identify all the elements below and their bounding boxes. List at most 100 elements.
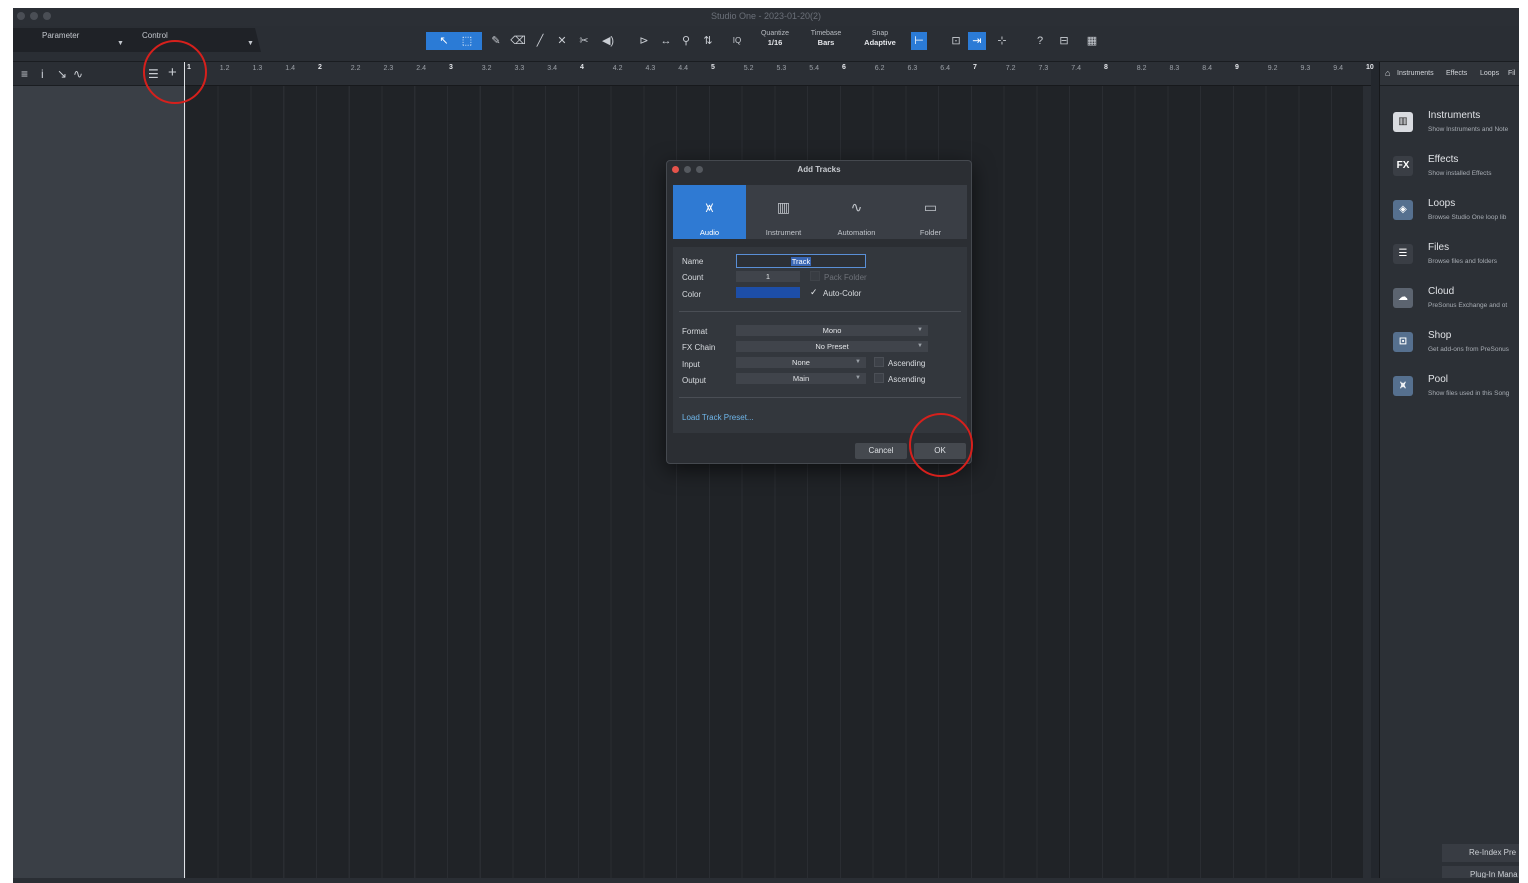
- browser-panel: ⌂ Instruments Effects Loops Fil ▥ Instru…: [1379, 62, 1519, 883]
- comping-tool-icon[interactable]: ⇅: [697, 32, 719, 50]
- ruler-tick: 1.3: [252, 65, 263, 72]
- fx-chain-value: No Preset: [815, 342, 849, 351]
- stretch-tool-icon[interactable]: ↔: [655, 32, 677, 50]
- browser-item-pool[interactable]: ⩙ Pool Show files used in this Song: [1380, 368, 1519, 408]
- mute-tool-icon[interactable]: ✕: [551, 32, 573, 50]
- inspector-icon[interactable]: i: [41, 67, 44, 81]
- input-ascending-label: Ascending: [888, 359, 926, 368]
- ruler-tick: 7.3: [1038, 65, 1049, 72]
- browser-item-title: Shop: [1428, 330, 1452, 341]
- track-type-label: Instrument: [765, 228, 802, 237]
- listen-tool-icon[interactable]: ◀): [597, 32, 619, 50]
- ruler-tick: 3.2: [481, 65, 492, 72]
- waveform-icon: ⩙: [705, 199, 714, 215]
- input-value: None: [792, 358, 810, 367]
- timeline-ruler[interactable]: 1 1.2 1.3 1.4 2 2.2 2.3 2.4 3 3.2 3.3 3.4 4 4.2 4.3 4.4…: [185, 62, 1374, 86]
- snap-selector[interactable]: Snap Adaptive: [858, 30, 902, 47]
- browser-item-desc: Get add-ons from PreSonus: [1428, 346, 1509, 353]
- cancel-button[interactable]: Cancel: [855, 443, 907, 459]
- status-bar: [13, 878, 1519, 883]
- tab-loops[interactable]: Loops: [1480, 70, 1499, 77]
- browser-tabs: ⌂ Instruments Effects Loops Fil: [1380, 62, 1519, 86]
- auto-color-checkbox[interactable]: ✓: [810, 287, 820, 297]
- track-type-instrument[interactable]: ▥ Instrument: [747, 185, 820, 239]
- chevron-down-icon: ▼: [917, 327, 923, 333]
- snap-to-grid-icon[interactable]: ⊢: [911, 32, 927, 50]
- track-name-value: Track: [790, 257, 812, 266]
- load-track-preset-link[interactable]: Load Track Preset...: [682, 413, 754, 422]
- cloud-icon: ☁: [1393, 288, 1413, 308]
- split-tool-icon[interactable]: ✂: [573, 32, 595, 50]
- ruler-tick: 3: [449, 64, 453, 71]
- input-label: Input: [682, 360, 700, 369]
- iq-button[interactable]: IQ: [726, 32, 748, 50]
- ruler-tick: 4.4: [678, 65, 688, 72]
- pack-folder-label: Pack Folder: [824, 273, 867, 282]
- range-tool-icon[interactable]: ⬚: [456, 32, 478, 50]
- expand-envelopes-icon[interactable]: ↘: [57, 67, 67, 81]
- output-label: Output: [682, 376, 707, 385]
- ruler-tick: 6.2: [874, 65, 885, 72]
- vertical-scrollbar[interactable]: [1363, 86, 1371, 883]
- browser-item-files[interactable]: ☰ Files Browse files and folders: [1380, 236, 1519, 276]
- quantize-selector[interactable]: Quantize 1/16: [758, 30, 792, 47]
- track-type-automation[interactable]: ∿ Automation: [820, 185, 893, 239]
- browser-item-desc: Browse files and folders: [1428, 258, 1498, 265]
- reindex-button[interactable]: Re-Index Pre: [1442, 844, 1519, 862]
- eraser-tool-icon[interactable]: ⌫: [507, 32, 529, 50]
- tab-effects[interactable]: Effects: [1446, 70, 1467, 77]
- playhead-cursor[interactable]: [184, 62, 185, 883]
- track-color-swatch[interactable]: [736, 287, 800, 298]
- browser-item-desc: Show installed Effects: [1428, 170, 1492, 177]
- browser-item-shop[interactable]: ⊡ Shop Get add-ons from PreSonus: [1380, 324, 1519, 364]
- layout-icon[interactable]: ▦: [1081, 32, 1103, 50]
- autoscroll-icon[interactable]: ⊡: [945, 32, 967, 50]
- cursor-follows-icon[interactable]: ⊹: [991, 32, 1013, 50]
- follow-edit-icon[interactable]: ⇥: [968, 32, 986, 50]
- tab-files[interactable]: Fil: [1508, 70, 1515, 77]
- paint-tool-icon[interactable]: ╱: [529, 32, 551, 50]
- pencil-tool-icon[interactable]: ✎: [485, 32, 507, 50]
- chevron-down-icon: ▼: [917, 343, 923, 349]
- browser-item-loops[interactable]: ◈ Loops Browse Studio One loop lib: [1380, 192, 1519, 232]
- format-select[interactable]: Mono ▼: [736, 325, 928, 336]
- film-icon[interactable]: ⊟: [1053, 32, 1075, 50]
- browser-item-title: Cloud: [1428, 286, 1455, 297]
- menu-icon[interactable]: ≡: [21, 67, 28, 81]
- browser-item-effects[interactable]: FX Effects Show installed Effects: [1380, 148, 1519, 188]
- parameter-dropdown-icon[interactable]: ▼: [117, 40, 124, 47]
- files-icon: ☰: [1393, 244, 1413, 264]
- tab-instruments[interactable]: Instruments: [1397, 70, 1434, 77]
- track-type-audio[interactable]: ⩙ Audio: [673, 185, 746, 239]
- browser-item-instruments[interactable]: ▥ Instruments Show Instruments and Note: [1380, 104, 1519, 144]
- track-type-folder[interactable]: ▭ Folder: [894, 185, 967, 239]
- help-button[interactable]: ?: [1029, 32, 1051, 50]
- track-name-field[interactable]: Track: [736, 254, 866, 268]
- pack-folder-checkbox[interactable]: [810, 271, 820, 281]
- dialog-title: Add Tracks: [797, 165, 841, 174]
- track-count-field[interactable]: 1: [736, 271, 800, 282]
- zoom-tool-icon[interactable]: ⚲: [675, 32, 697, 50]
- ruler-tick: 4.3: [645, 65, 656, 72]
- browser-item-title: Pool: [1428, 374, 1449, 385]
- output-select[interactable]: Main ▼: [736, 373, 866, 384]
- automation-icon[interactable]: ∿: [73, 67, 83, 81]
- browser-item-desc: Show files used in this Song: [1428, 390, 1510, 397]
- ruler-tick: 2.3: [383, 65, 394, 72]
- arrow-tool-icon[interactable]: ↖: [433, 32, 455, 50]
- input-ascending-checkbox[interactable]: [874, 357, 884, 367]
- chevron-down-icon: ▼: [855, 359, 861, 365]
- input-select[interactable]: None ▼: [736, 357, 866, 368]
- timebase-selector[interactable]: Timebase Bars: [804, 30, 848, 47]
- home-icon[interactable]: ⌂: [1385, 68, 1390, 78]
- browser-item-title: Effects: [1428, 154, 1459, 165]
- output-ascending-checkbox[interactable]: [874, 373, 884, 383]
- bend-tool-icon[interactable]: ⊳: [633, 32, 655, 50]
- quantize-value: 1/16: [767, 38, 783, 47]
- auto-color-label: Auto-Color: [823, 289, 862, 298]
- fx-chain-select[interactable]: No Preset ▼: [736, 341, 928, 352]
- automation-curve-icon: ∿: [850, 199, 863, 215]
- browser-item-cloud[interactable]: ☁ Cloud PreSonus Exchange and ot: [1380, 280, 1519, 320]
- ruler-tick: 6.4: [940, 65, 950, 72]
- control-dropdown-icon[interactable]: ▼: [247, 40, 254, 47]
